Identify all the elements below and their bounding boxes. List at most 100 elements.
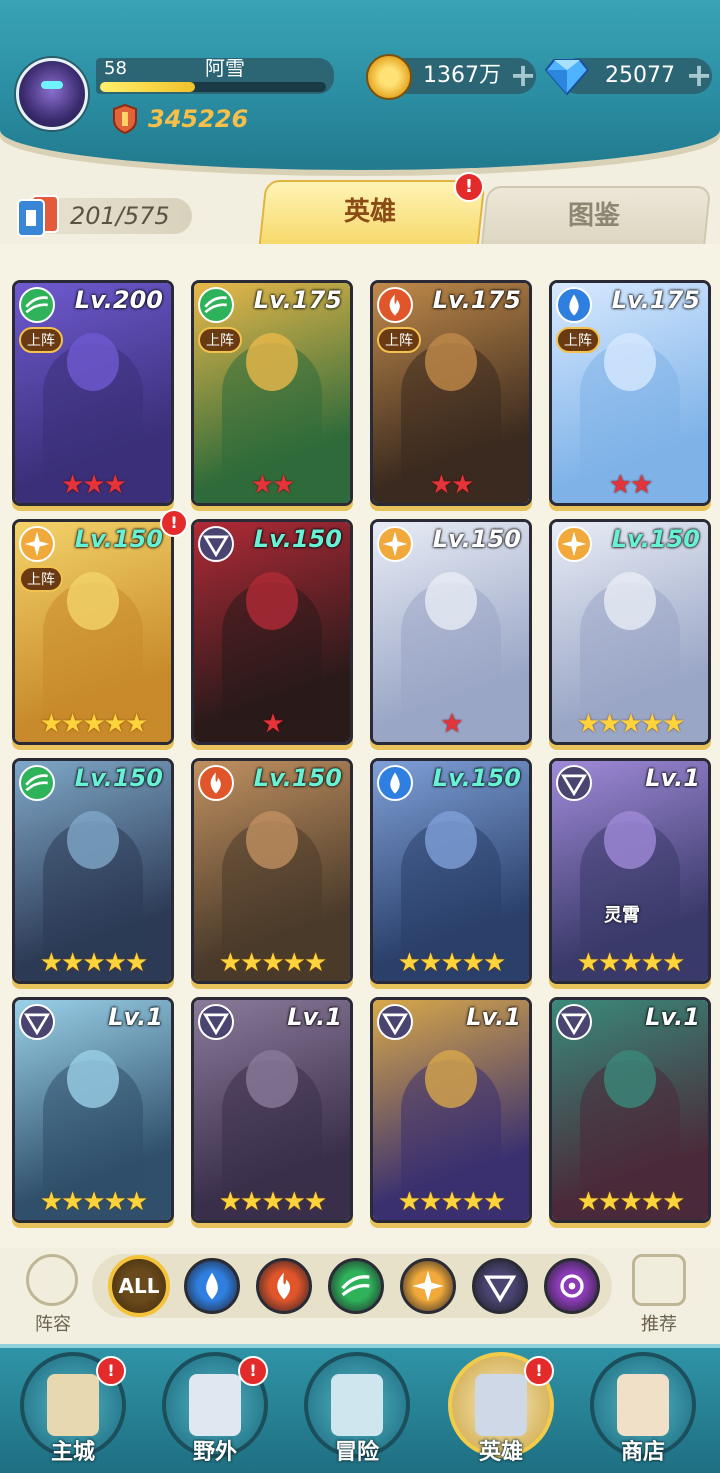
filter-dark-button[interactable]: [472, 1258, 528, 1314]
element-dark-icon: [377, 1004, 413, 1040]
hero-card[interactable]: Lv.200 上阵 ★★★: [12, 280, 174, 506]
hero-level: Lv.1: [466, 1003, 521, 1031]
element-dark-icon: [19, 1004, 55, 1040]
nav-label[interactable]: 野外: [162, 1438, 268, 1468]
element-dark-icon: [198, 526, 234, 562]
element-wind-icon: [19, 287, 55, 323]
lineup-button-label[interactable]: 阵容: [18, 1312, 88, 1338]
tab-heroes-label[interactable]: 英雄: [262, 192, 478, 232]
hero-card[interactable]: Lv.175 上阵 ★★: [370, 280, 532, 506]
hero-card[interactable]: Lv.150 ★★★★★: [12, 758, 174, 984]
hero-card[interactable]: Lv.150 ★★★★★: [191, 758, 353, 984]
nav-alert-badge: !: [524, 1356, 554, 1386]
element-water-icon: [377, 765, 413, 801]
hero-level: Lv.150: [432, 764, 521, 792]
tab-heroes-alert-badge: !: [454, 172, 484, 202]
hero-head: [604, 1050, 656, 1108]
hero-head: [246, 1050, 298, 1108]
in-lineup-badge: 上阵: [19, 327, 63, 353]
filter-water-button[interactable]: [184, 1258, 240, 1314]
nav-label[interactable]: 英雄: [448, 1438, 554, 1468]
diamond-icon: [544, 59, 590, 96]
hero-head: [604, 333, 656, 391]
hero-head: [425, 333, 477, 391]
hero-card[interactable]: Lv.150 ★: [191, 519, 353, 745]
recommend-button-label[interactable]: 推荐: [624, 1312, 694, 1338]
filter-fire-button[interactable]: [256, 1258, 312, 1314]
nav-alert-badge: !: [96, 1356, 126, 1386]
hero-head: [425, 1050, 477, 1108]
element-light-icon: [556, 526, 592, 562]
hero-stars: ★★★★★: [397, 948, 507, 978]
add-gold-button[interactable]: +: [508, 59, 538, 91]
in-lineup-badge: 上阵: [19, 566, 63, 592]
hero-stars: ★★★★★: [218, 948, 328, 978]
hero-stars: ★★★★★: [39, 948, 149, 978]
hero-level: Lv.150: [74, 764, 163, 792]
in-lineup-badge: 上阵: [377, 327, 421, 353]
hero-level: Lv.200: [74, 286, 163, 314]
hero-card[interactable]: Lv.1 灵霄 ★★★★★: [549, 758, 711, 984]
hero-card[interactable]: Lv.1 ★★★★★: [549, 997, 711, 1223]
hero-stars: ★★★★★: [39, 1187, 149, 1217]
hero-head: [246, 333, 298, 391]
element-wind-icon: [19, 765, 55, 801]
hero-card[interactable]: Lv.1 ★★★★★: [370, 997, 532, 1223]
hero-card[interactable]: Lv.150 ★: [370, 519, 532, 745]
hero-level: Lv.1: [645, 1003, 700, 1031]
nav-label[interactable]: 主城: [20, 1438, 126, 1468]
player-level: 58: [104, 58, 127, 79]
tab-codex-label[interactable]: 图鉴: [484, 196, 704, 236]
hero-card[interactable]: Lv.1 ★★★★★: [191, 997, 353, 1223]
element-light-icon: [19, 526, 55, 562]
hero-card[interactable]: Lv.150 上阵 ★★★★★: [12, 519, 174, 745]
nav-label[interactable]: 冒险: [304, 1438, 410, 1468]
hero-level: Lv.150: [611, 525, 700, 553]
gold-coin-icon: [366, 54, 412, 100]
gem-amount: 25077: [605, 63, 675, 88]
filter-wind-button[interactable]: [328, 1258, 384, 1314]
hero-head: [67, 333, 119, 391]
hero-card[interactable]: Lv.150 ★★★★★: [370, 758, 532, 984]
add-gems-button[interactable]: +: [684, 59, 714, 91]
hero-level: Lv.150: [253, 525, 342, 553]
player-avatar[interactable]: [16, 58, 88, 130]
element-light-icon: [377, 526, 413, 562]
hero-collection-count: 201/575: [70, 202, 170, 230]
hero-stars: ★★★: [61, 470, 127, 500]
hero-cards-icon: [17, 195, 59, 237]
hero-head: [67, 1050, 119, 1108]
hero-card[interactable]: Lv.175 上阵 ★★: [191, 280, 353, 506]
element-dark-icon: [556, 1004, 592, 1040]
hero-head: [604, 572, 656, 630]
filter-all-button[interactable]: ALL: [108, 1255, 170, 1317]
thumbs-up-icon[interactable]: [632, 1254, 686, 1306]
element-dark-icon: [198, 1004, 234, 1040]
player-name: 阿雪: [205, 56, 245, 80]
nav-label[interactable]: 商店: [590, 1438, 696, 1468]
filter-light-button[interactable]: [400, 1258, 456, 1314]
lineup-icon[interactable]: [26, 1254, 78, 1306]
hero-stars: ★★: [608, 470, 654, 500]
hero-level: Lv.150: [432, 525, 521, 553]
shield-icon: [113, 104, 137, 134]
filter-chaos-button[interactable]: [544, 1258, 600, 1314]
hero-card[interactable]: Lv.175 上阵 ★★: [549, 280, 711, 506]
nav-icon: [475, 1374, 527, 1436]
hero-head: [425, 572, 477, 630]
element-fire-icon: [198, 765, 234, 801]
hero-card[interactable]: Lv.1 ★★★★★: [12, 997, 174, 1223]
hero-stars: ★★★★★: [397, 1187, 507, 1217]
hero-stars: ★★: [429, 470, 475, 500]
hero-stars: ★★★★★: [39, 709, 149, 739]
nav-icon: [189, 1374, 241, 1436]
element-dark-icon: [556, 765, 592, 801]
hero-level: Lv.1: [287, 1003, 342, 1031]
hero-name: 灵霄: [604, 905, 640, 926]
nav-icon: [617, 1374, 669, 1436]
hero-stars: ★: [440, 709, 463, 739]
hero-card[interactable]: Lv.150 ★★★★★: [549, 519, 711, 745]
element-dark-icon: [483, 1275, 517, 1303]
nav-icon: [331, 1374, 383, 1436]
hero-stars: ★★★★★: [218, 1187, 328, 1217]
